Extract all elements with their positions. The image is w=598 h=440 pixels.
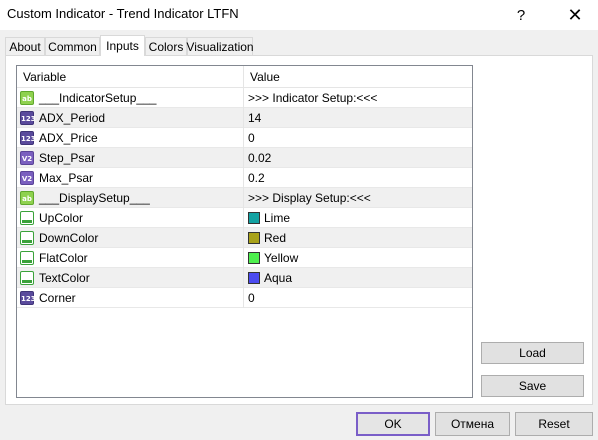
window-title: Custom Indicator - Trend Indicator LTFN xyxy=(7,6,239,21)
tab-common[interactable]: Common xyxy=(45,37,100,55)
double-type-icon: V2 xyxy=(20,151,34,165)
variable-name: DownColor xyxy=(39,231,99,245)
table-row[interactable]: ab ___DisplaySetup___ >>> Display Setup:<<… xyxy=(17,188,472,208)
value-cell[interactable]: Lime xyxy=(244,208,472,228)
table-row[interactable]: FlatColor Yellow xyxy=(17,248,472,268)
table-row[interactable]: DownColor Red xyxy=(17,228,472,248)
table-row[interactable]: 123 ADX_Period 14 xyxy=(17,108,472,128)
ok-button[interactable]: OK xyxy=(356,412,430,436)
color-type-icon xyxy=(20,251,34,265)
variable-cell: DownColor xyxy=(17,228,244,248)
table-row[interactable]: 123 ADX_Price 0 xyxy=(17,128,472,148)
load-button[interactable]: Load xyxy=(481,342,584,364)
variable-cell: ab ___IndicatorSetup___ xyxy=(17,88,244,108)
variable-cell: 123 ADX_Price xyxy=(17,128,244,148)
value-cell[interactable]: 0.2 xyxy=(244,168,472,188)
variable-cell: UpColor xyxy=(17,208,244,228)
value-cell[interactable]: 0.02 xyxy=(244,148,472,168)
value-cell[interactable]: >>> Indicator Setup:<<< xyxy=(244,88,472,108)
inputs-panel: Variable Value ab ___IndicatorSetup___ >>>… xyxy=(5,55,593,405)
color-swatch[interactable] xyxy=(248,212,260,224)
variable-name: TextColor xyxy=(39,271,90,285)
value-cell[interactable]: 14 xyxy=(244,108,472,128)
variable-name: ___DisplaySetup___ xyxy=(39,191,150,205)
grid-header: Variable Value xyxy=(17,66,472,88)
variable-cell: 123 Corner xyxy=(17,288,244,308)
variable-name: Step_Psar xyxy=(39,151,96,165)
tab-about[interactable]: About xyxy=(5,37,45,55)
tab-colors[interactable]: Colors xyxy=(145,37,187,55)
value-cell[interactable]: Aqua xyxy=(244,268,472,288)
integer-type-icon: 123 xyxy=(20,111,36,125)
variable-name: Max_Psar xyxy=(39,171,94,185)
variable-name: ADX_Period xyxy=(39,111,106,125)
table-row[interactable]: 123 Corner 0 xyxy=(17,288,472,308)
variable-column-header[interactable]: Variable xyxy=(17,66,244,88)
grid-rows: ab ___IndicatorSetup___ >>> Indicator Setu… xyxy=(17,88,472,308)
color-type-icon xyxy=(20,271,34,285)
variable-cell: ab ___DisplaySetup___ xyxy=(17,188,244,208)
help-icon: ? xyxy=(516,6,526,24)
table-row[interactable]: V2 Max_Psar 0.2 xyxy=(17,168,472,188)
variable-value: Yellow xyxy=(264,251,299,265)
help-button[interactable]: ? xyxy=(498,0,544,30)
variable-value: >>> Display Setup:<<< xyxy=(248,191,371,205)
variable-value: Red xyxy=(264,231,287,245)
reset-button[interactable]: Reset xyxy=(515,412,593,436)
variable-value: 14 xyxy=(248,111,262,125)
variable-value: Aqua xyxy=(264,271,293,285)
value-cell[interactable]: Red xyxy=(244,228,472,248)
value-cell[interactable]: Yellow xyxy=(244,248,472,268)
variable-value: >>> Indicator Setup:<<< xyxy=(248,91,378,105)
variable-cell: V2 Step_Psar xyxy=(17,148,244,168)
color-swatch[interactable] xyxy=(248,272,260,284)
close-icon: ✕ xyxy=(567,4,583,25)
variable-name: ___IndicatorSetup___ xyxy=(39,91,157,105)
color-type-icon xyxy=(20,211,34,225)
variable-name: ADX_Price xyxy=(39,131,98,145)
close-button[interactable]: ✕ xyxy=(552,0,598,30)
variable-cell: 123 ADX_Period xyxy=(17,108,244,128)
variable-value: 0 xyxy=(248,291,255,305)
variable-cell: FlatColor xyxy=(17,248,244,268)
integer-type-icon: 123 xyxy=(20,291,36,305)
variable-value: 0.02 xyxy=(248,151,272,165)
save-button[interactable]: Save xyxy=(481,375,584,397)
cancel-button[interactable]: Отмена xyxy=(435,412,510,436)
table-row[interactable]: TextColor Aqua xyxy=(17,268,472,288)
title-bar: Custom Indicator - Trend Indicator LTFN … xyxy=(0,0,598,30)
integer-type-icon: 123 xyxy=(20,131,36,145)
variable-name: UpColor xyxy=(39,211,84,225)
variable-cell: V2 Max_Psar xyxy=(17,168,244,188)
value-column-header[interactable]: Value xyxy=(244,66,472,88)
tab-inputs[interactable]: Inputs xyxy=(100,35,145,56)
string-type-icon: ab xyxy=(20,91,34,105)
double-type-icon: V2 xyxy=(20,171,34,185)
value-cell[interactable]: 0 xyxy=(244,288,472,308)
variable-name: Corner xyxy=(39,291,76,305)
variable-cell: TextColor xyxy=(17,268,244,288)
tab-visualization[interactable]: Visualization xyxy=(186,37,254,55)
inputs-grid: Variable Value ab ___IndicatorSetup___ >>>… xyxy=(16,65,473,398)
color-type-icon xyxy=(20,231,34,245)
value-cell[interactable]: 0 xyxy=(244,128,472,148)
variable-value: Lime xyxy=(264,211,291,225)
table-row[interactable]: V2 Step_Psar 0.02 xyxy=(17,148,472,168)
variable-value: 0 xyxy=(248,131,255,145)
table-row[interactable]: ab ___IndicatorSetup___ >>> Indicator Setu… xyxy=(17,88,472,108)
color-swatch[interactable] xyxy=(248,232,260,244)
value-cell[interactable]: >>> Display Setup:<<< xyxy=(244,188,472,208)
string-type-icon: ab xyxy=(20,191,34,205)
color-swatch[interactable] xyxy=(248,252,260,264)
variable-name: FlatColor xyxy=(39,251,88,265)
table-row[interactable]: UpColor Lime xyxy=(17,208,472,228)
variable-value: 0.2 xyxy=(248,171,265,185)
